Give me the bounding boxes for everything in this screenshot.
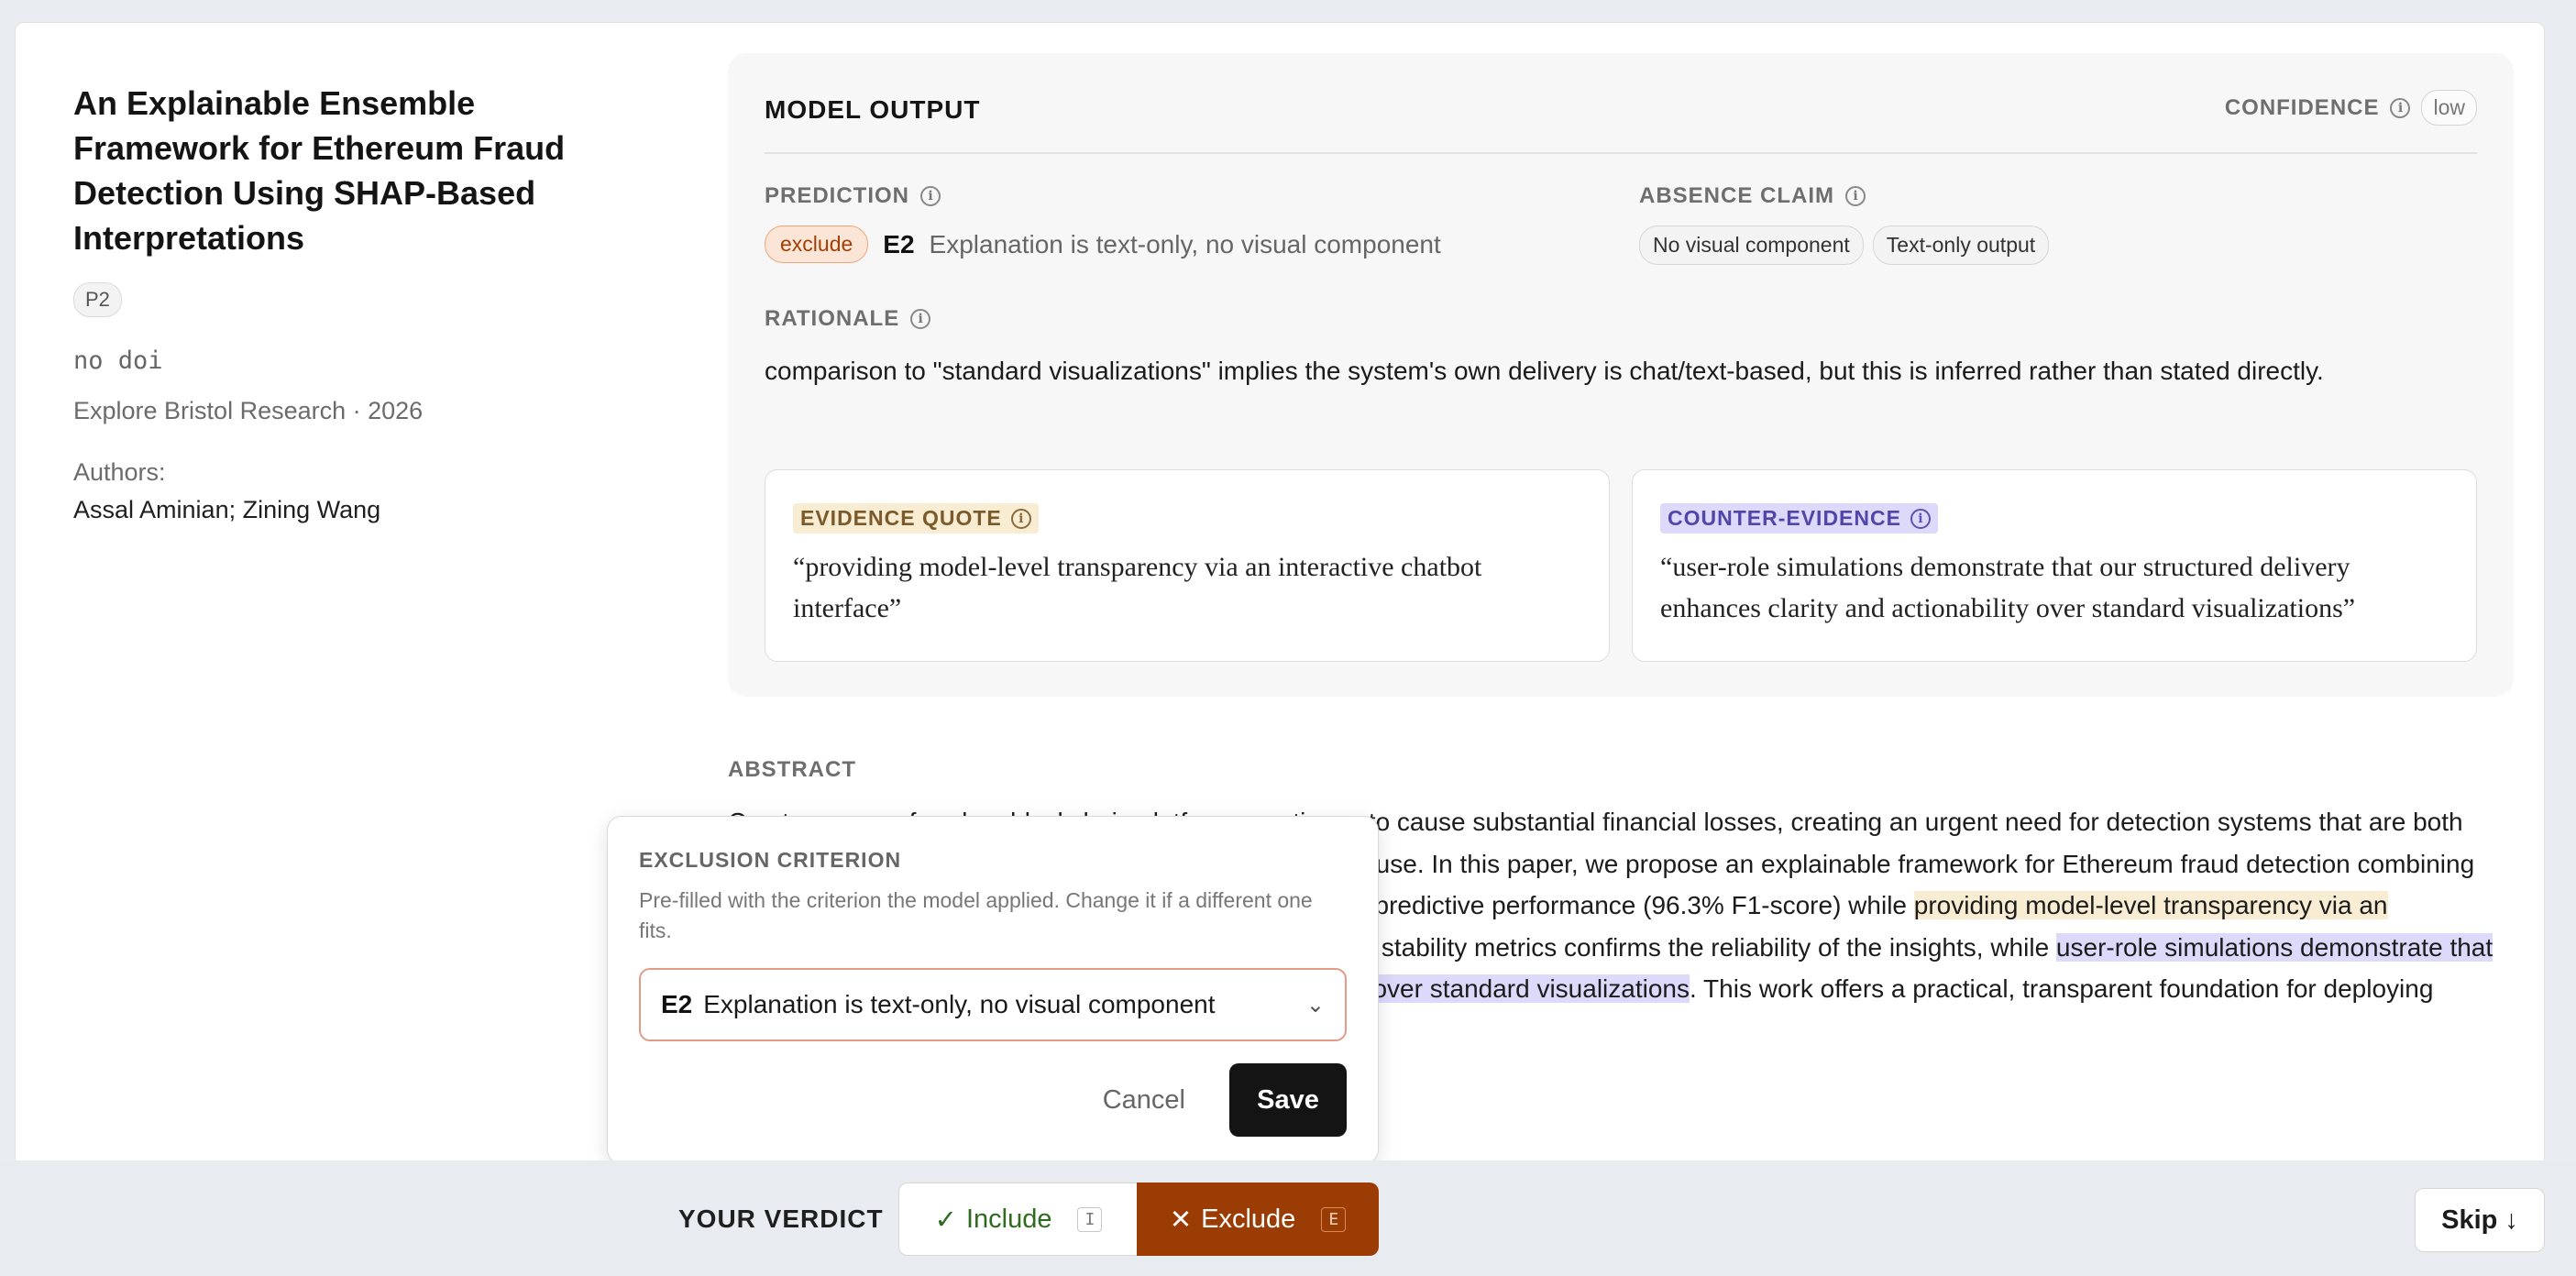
arrow-down-icon: ↓ <box>2504 1204 2518 1235</box>
evidence-quote-text: “providing model-level transparency via … <box>793 552 1482 623</box>
prediction-label: PREDICTION <box>765 183 910 208</box>
confidence-label: CONFIDENCE <box>2224 94 2380 120</box>
model-output-panel: MODEL OUTPUT CONFIDENCE i low PREDICTION… <box>728 53 2514 697</box>
absence-chip: Text-only output <box>1872 226 2050 265</box>
confidence: CONFIDENCE i low <box>2225 90 2477 126</box>
criterion-code: E2 <box>661 990 693 1018</box>
popover-description: Pre-filled with the criterion the model … <box>639 888 1313 942</box>
info-icon[interactable]: i <box>1010 508 1031 529</box>
criterion-select[interactable]: E2 Explanation is text-only, no visual c… <box>639 968 1347 1041</box>
rationale-section: RATIONALE i comparison to "standard visu… <box>765 306 2488 392</box>
criterion-text: Explanation is text-only, no visual comp… <box>703 990 1216 1018</box>
popover-title: EXCLUSION CRITERION <box>639 848 902 872</box>
exclusion-criterion-popover: EXCLUSION CRITERION Pre-filled with the … <box>607 816 1379 1164</box>
prediction-text: Explanation is text-only, no visual comp… <box>929 229 1441 258</box>
prediction-section: PREDICTION i exclude E2 Explanation is t… <box>765 183 1441 263</box>
exclude-shortcut: E <box>1321 1206 1347 1232</box>
chevron-down-icon: ⌄ <box>1305 992 1325 1018</box>
info-icon[interactable]: i <box>1845 186 1866 206</box>
save-button[interactable]: Save <box>1229 1063 1347 1137</box>
venue-year: Explore Bristol Research · 2026 <box>73 397 424 424</box>
prediction-code: E2 <box>883 229 915 258</box>
exclude-button[interactable]: ✕ Exclude E <box>1137 1182 1379 1256</box>
priority-badge: P2 <box>73 282 122 317</box>
check-icon: ✓ <box>934 1204 957 1235</box>
include-button[interactable]: ✓ Include I <box>898 1182 1139 1256</box>
counter-evidence-tag: COUNTER-EVIDENCE i <box>1660 503 1938 534</box>
rationale-label: RATIONALE <box>765 306 900 331</box>
info-icon[interactable]: i <box>1910 508 1931 529</box>
skip-label: Skip <box>2441 1204 2498 1235</box>
cancel-button[interactable]: Cancel <box>1084 1069 1204 1132</box>
paper-title: An Explainable Ensemble Framework for Et… <box>73 84 566 257</box>
skip-button[interactable]: Skip ↓ <box>2415 1188 2545 1252</box>
absence-claim-label: ABSENCE CLAIM <box>1639 183 1835 208</box>
confidence-badge: low <box>2421 90 2477 126</box>
verdict-label: YOUR VERDICT <box>678 1204 884 1233</box>
abstract-label: ABSTRACT <box>728 757 856 782</box>
info-icon[interactable]: i <box>2390 97 2411 118</box>
counter-evidence-label: COUNTER-EVIDENCE <box>1668 506 1901 530</box>
authors-label: Authors: <box>73 458 166 486</box>
include-shortcut: I <box>1077 1206 1103 1232</box>
info-icon[interactable]: i <box>910 309 931 329</box>
evidence-quote-card: EVIDENCE QUOTE i “providing model-level … <box>765 469 1610 662</box>
rationale-text: comparison to "standard visualizations" … <box>765 357 2324 385</box>
info-icon[interactable]: i <box>920 186 941 206</box>
evidence-quote-tag: EVIDENCE QUOTE i <box>793 503 1039 534</box>
model-output-title: MODEL OUTPUT <box>765 95 981 124</box>
close-icon: ✕ <box>1169 1204 1193 1235</box>
include-label: Include <box>965 1204 1052 1234</box>
counter-evidence-card: COUNTER-EVIDENCE i “user-role simulation… <box>1632 469 2477 662</box>
prediction-badge: exclude <box>765 226 869 263</box>
authors-list: Assal Aminian; Zining Wang <box>73 496 381 523</box>
absence-chip: No visual component <box>1639 226 1864 265</box>
absence-claim-section: ABSENCE CLAIM i No visual component Text… <box>1639 183 2050 265</box>
paper-meta: An Explainable Ensemble Framework for Et… <box>73 81 642 524</box>
divider <box>765 152 2477 154</box>
doi-text: no doi <box>73 346 163 375</box>
counter-evidence-text: “user-role simulations demonstrate that … <box>1660 552 2356 623</box>
evidence-quote-label: EVIDENCE QUOTE <box>800 506 1002 530</box>
exclude-label: Exclude <box>1201 1204 1296 1234</box>
